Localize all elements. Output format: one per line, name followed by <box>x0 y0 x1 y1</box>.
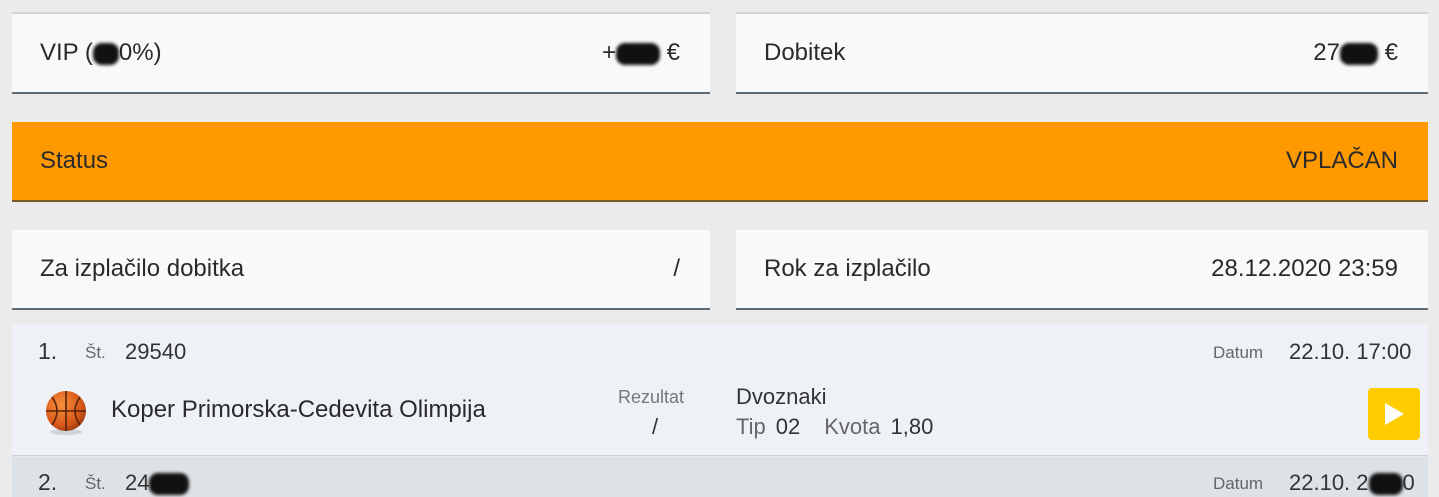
kvota-label: Kvota <box>824 414 881 439</box>
kvota-value: 1,80 <box>890 414 934 439</box>
basketball-icon <box>46 391 86 435</box>
tip-label: Tip <box>736 414 766 439</box>
play-button[interactable] <box>1368 388 1420 440</box>
bet-index: 2. <box>38 469 58 495</box>
za-izplacilo-value: / <box>673 255 680 282</box>
tip-kvota-line: Tip 02 Kvota 1,80 <box>736 414 933 440</box>
redacted-mark <box>149 473 190 496</box>
rezultat-label: Rezultat <box>618 387 685 407</box>
rezultat-value: / <box>652 414 659 439</box>
dobitek-value: 27 € <box>1313 39 1398 66</box>
market-name: Dvoznaki <box>736 384 827 409</box>
redacted-mark <box>1368 473 1403 496</box>
bet-row: 2. Št. 24 Datum 22.10. 20 <box>12 457 1428 497</box>
status-label: Status <box>40 147 109 174</box>
status-value: VPLAČAN <box>1285 147 1398 174</box>
rok-za-izplacilo-card: Rok za izplačilo 28.12.2020 23:59 <box>736 230 1428 310</box>
rok-value: 28.12.2020 23:59 <box>1211 255 1398 282</box>
bet-index: 1. <box>38 338 58 364</box>
bet-row: 1. Št. 29540 Datum 22.10. 17:00 Koper Pr… <box>12 324 1428 456</box>
tip-value: 02 <box>775 414 801 439</box>
match-name: Koper Primorska-Cedevita Olimpija <box>111 396 486 423</box>
redacted-mark <box>1339 42 1378 65</box>
rok-label: Rok za izplačilo <box>764 255 931 282</box>
dobitek-card: Dobitek 27 € <box>736 12 1428 94</box>
datum-label: Datum <box>1213 343 1264 362</box>
vip-value: + € <box>601 39 680 66</box>
redacted-mark <box>92 42 119 65</box>
za-izplacilo-card: Za izplačilo dobitka / <box>12 230 710 310</box>
status-bar: Status VPLAČAN <box>12 122 1428 202</box>
st-label: Št. <box>85 474 106 493</box>
za-izplacilo-label: Za izplačilo dobitka <box>40 255 245 282</box>
dobitek-label: Dobitek <box>764 39 846 66</box>
vip-label: VIP (0%) <box>40 39 162 66</box>
play-icon <box>1385 403 1404 425</box>
redacted-mark <box>615 42 660 65</box>
datum-value: 22.10. 20 <box>1289 470 1415 496</box>
st-value: 24 <box>125 470 190 496</box>
vip-card: VIP (0%) + € <box>12 12 710 94</box>
st-value: 29540 <box>125 339 187 364</box>
st-label: Št. <box>85 343 106 362</box>
datum-value: 22.10. 17:00 <box>1289 339 1412 364</box>
datum-label: Datum <box>1213 474 1264 493</box>
